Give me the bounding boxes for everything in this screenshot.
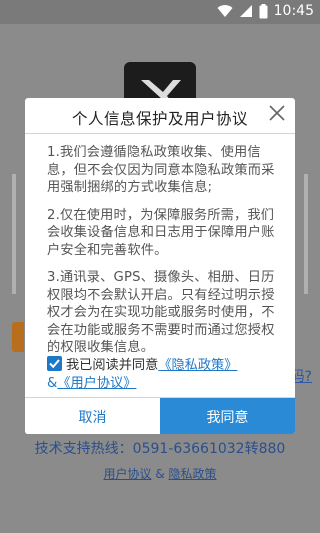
policy-paragraph: 1.我们会遵循隐私政策收集、使用信息，但不会仅因为同意本隐私政策而采用强制捆绑的…: [47, 145, 275, 195]
input-field-edge: [304, 174, 308, 294]
dialog-header: 个人信息保护及用户协议: [25, 98, 295, 134]
agree-text: 我已阅读并同意: [66, 358, 159, 373]
status-icons: 10:45: [217, 3, 314, 19]
footer-links-separator: &: [155, 467, 165, 481]
close-button[interactable]: [265, 103, 289, 127]
policy-paragraph: 3.通讯录、GPS、摄像头、相册、日历权限均不会默认开启。只有经过明示授权才会为…: [47, 270, 275, 355]
policy-paragraph: 2.仅在使用时，为保障服务所需，我们会收集设备信息和日志用于保障用户账户安全和完…: [47, 207, 275, 258]
privacy-policy-link[interactable]: 隐私政策: [169, 467, 217, 481]
status-bar: 10:45: [0, 0, 320, 24]
agree-checkbox[interactable]: [47, 356, 62, 371]
login-button-edge: [12, 322, 24, 352]
input-field-edge: [12, 174, 16, 294]
signal-icon: [239, 4, 253, 18]
agree-button[interactable]: 我同意: [160, 398, 295, 434]
dialog-body: 1.我们会遵循隐私政策收集、使用信息，但不会仅因为同意本隐私政策而采用强制捆绑的…: [25, 134, 295, 357]
status-time: 10:45: [273, 3, 314, 19]
agree-amp: &: [47, 375, 58, 391]
user-agreement-link[interactable]: 《用户协议》: [57, 376, 136, 391]
cancel-button[interactable]: 取消: [25, 398, 160, 434]
dialog-title: 个人信息保护及用户协议: [71, 110, 248, 128]
dialog-footer: 取消 我同意: [25, 397, 295, 434]
support-hotline: 技术支持热线：0591-63661032转880: [34, 441, 286, 457]
privacy-policy-link[interactable]: 《隐私政策》: [158, 358, 237, 373]
close-icon: [268, 104, 286, 126]
footer-links: 用户协议 & 隐私政策: [0, 465, 320, 482]
battery-icon: [259, 3, 268, 19]
user-agreement-link[interactable]: 用户协议: [103, 467, 151, 481]
agree-row: 我已阅读并同意《隐私政策》 &《用户协议》: [47, 356, 287, 392]
wifi-icon: [217, 4, 233, 18]
privacy-dialog: 个人信息保护及用户协议 1.我们会遵循隐私政策收集、使用信息，但不会仅因为同意本…: [25, 98, 295, 434]
